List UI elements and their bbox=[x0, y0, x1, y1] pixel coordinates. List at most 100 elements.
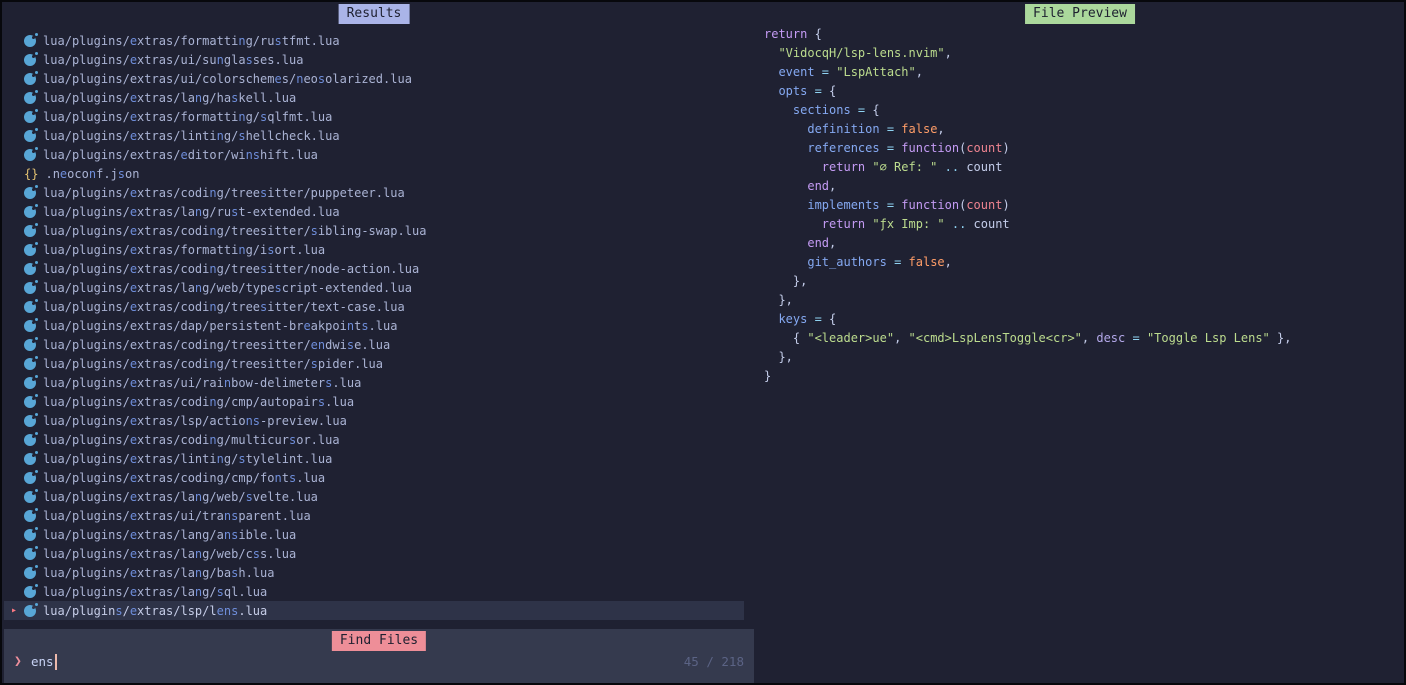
result-row[interactable]: lua/plugins/extras/lsp/actions-preview.l… bbox=[4, 411, 744, 430]
result-row[interactable]: lua/plugins/extras/lang/ansible.lua bbox=[4, 525, 744, 544]
lua-icon bbox=[24, 339, 36, 351]
prompt-row: ❯ ens 45 / 218 bbox=[4, 651, 754, 673]
file-path: lua/plugins/extras/coding/treesitter/nod… bbox=[43, 262, 419, 276]
file-path: lua/plugins/extras/lang/haskell.lua bbox=[43, 91, 296, 105]
file-path: lua/plugins/extras/lang/bash.lua bbox=[43, 566, 275, 580]
lua-icon bbox=[24, 453, 36, 465]
file-path: lua/plugins/extras/linting/shellcheck.lu… bbox=[43, 129, 340, 143]
result-row[interactable]: lua/plugins/extras/ui/colorschemes/neoso… bbox=[4, 69, 744, 88]
lua-icon bbox=[24, 130, 36, 142]
lua-icon bbox=[24, 434, 36, 446]
file-path: lua/plugins/extras/coding/treesitter/pup… bbox=[43, 186, 405, 200]
file-path: lua/plugins/extras/lang/web/typescript-e… bbox=[43, 281, 412, 295]
lua-icon bbox=[24, 149, 36, 161]
result-row[interactable]: lua/plugins/extras/lang/sql.lua bbox=[4, 582, 744, 601]
result-row[interactable]: lua/plugins/extras/linting/shellcheck.lu… bbox=[4, 126, 744, 145]
result-row[interactable]: lua/plugins/extras/lang/web/svelte.lua bbox=[4, 487, 744, 506]
lua-icon bbox=[24, 282, 36, 294]
json-icon: {} bbox=[24, 167, 38, 181]
result-row[interactable]: lua/plugins/extras/coding/treesitter/tex… bbox=[4, 297, 744, 316]
result-row[interactable]: lua/plugins/extras/formatting/sqlfmt.lua bbox=[4, 107, 744, 126]
lua-icon bbox=[24, 187, 36, 199]
lua-icon bbox=[24, 358, 36, 370]
lua-icon bbox=[24, 244, 36, 256]
result-row[interactable]: lua/plugins/extras/formatting/isort.lua bbox=[4, 240, 744, 259]
result-counter: 45 / 218 bbox=[684, 651, 744, 673]
file-path: lua/plugins/extras/coding/cmp/autopairs.… bbox=[43, 395, 354, 409]
result-row[interactable]: lua/plugins/extras/coding/cmp/autopairs.… bbox=[4, 392, 744, 411]
result-row[interactable]: ▸ lua/plugins/extras/lsp/lens.lua bbox=[4, 601, 744, 620]
result-row[interactable]: lua/plugins/extras/ui/transparent.lua bbox=[4, 506, 744, 525]
file-path: lua/plugins/extras/lang/rust-extended.lu… bbox=[43, 205, 340, 219]
file-path: lua/plugins/extras/coding/treesitter/end… bbox=[43, 338, 390, 352]
preview-panel-title: File Preview bbox=[1025, 4, 1135, 24]
result-row[interactable]: {}.neoconf.json bbox=[4, 164, 744, 183]
lua-icon bbox=[24, 301, 36, 313]
lua-icon bbox=[24, 567, 36, 579]
prompt-panel: Find Files ❯ ens 45 / 218 bbox=[4, 629, 754, 683]
result-row[interactable]: lua/plugins/extras/dap/persistent-breakp… bbox=[4, 316, 744, 335]
telescope-window: Results lua/plugins/extras/formatting/ru… bbox=[0, 0, 1406, 685]
search-input[interactable]: ens bbox=[31, 651, 54, 673]
selection-arrow-icon: ▸ bbox=[4, 605, 24, 616]
result-row[interactable]: lua/plugins/extras/ui/sunglasses.lua bbox=[4, 50, 744, 69]
file-path: lua/plugins/extras/ui/rainbow-delimeters… bbox=[43, 376, 361, 390]
result-row[interactable]: lua/plugins/extras/lang/haskell.lua bbox=[4, 88, 744, 107]
lua-icon bbox=[24, 92, 36, 104]
file-path: lua/plugins/extras/coding/cmp/fonts.lua bbox=[43, 471, 325, 485]
result-row[interactable]: lua/plugins/extras/lang/bash.lua bbox=[4, 563, 744, 582]
result-row[interactable]: lua/plugins/extras/formatting/rustfmt.lu… bbox=[4, 31, 744, 50]
result-row[interactable]: lua/plugins/extras/editor/winshift.lua bbox=[4, 145, 744, 164]
lua-icon bbox=[24, 73, 36, 85]
result-row[interactable]: lua/plugins/extras/coding/treesitter/sib… bbox=[4, 221, 744, 240]
results-panel: Results lua/plugins/extras/formatting/ru… bbox=[4, 2, 744, 627]
file-path: lua/plugins/extras/lang/sql.lua bbox=[43, 585, 267, 599]
result-row[interactable]: lua/plugins/extras/coding/treesitter/spi… bbox=[4, 354, 744, 373]
result-row[interactable]: lua/plugins/extras/coding/multicursor.lu… bbox=[4, 430, 744, 449]
lua-icon bbox=[24, 225, 36, 237]
file-path: lua/plugins/extras/formatting/rustfmt.lu… bbox=[43, 34, 340, 48]
file-preview-panel: File Preview return { "VidocqH/lsp-lens.… bbox=[754, 2, 1406, 681]
file-path: lua/plugins/extras/editor/winshift.lua bbox=[43, 148, 318, 162]
lua-icon bbox=[24, 35, 36, 47]
lua-icon bbox=[24, 510, 36, 522]
lua-icon bbox=[24, 377, 36, 389]
lua-icon bbox=[24, 320, 36, 332]
result-row[interactable]: lua/plugins/extras/coding/cmp/fonts.lua bbox=[4, 468, 744, 487]
file-path: lua/plugins/extras/linting/stylelint.lua bbox=[43, 452, 332, 466]
result-row[interactable]: lua/plugins/extras/lang/web/css.lua bbox=[4, 544, 744, 563]
result-row[interactable]: lua/plugins/extras/ui/rainbow-delimeters… bbox=[4, 373, 744, 392]
lua-icon bbox=[24, 111, 36, 123]
preview-code: return { "VidocqH/lsp-lens.nvim", event … bbox=[764, 25, 1291, 386]
file-path: lua/plugins/extras/ui/sunglasses.lua bbox=[43, 53, 303, 67]
result-row[interactable]: lua/plugins/extras/lang/rust-extended.lu… bbox=[4, 202, 744, 221]
file-path: lua/plugins/extras/formatting/isort.lua bbox=[43, 243, 325, 257]
results-panel-title: Results bbox=[339, 4, 410, 24]
lua-icon bbox=[24, 472, 36, 484]
file-path: lua/plugins/extras/coding/treesitter/tex… bbox=[43, 300, 405, 314]
result-row[interactable]: lua/plugins/extras/linting/stylelint.lua bbox=[4, 449, 744, 468]
result-row[interactable]: lua/plugins/extras/coding/treesitter/end… bbox=[4, 335, 744, 354]
lua-icon bbox=[24, 54, 36, 66]
file-path: lua/plugins/extras/dap/persistent-breakp… bbox=[43, 319, 397, 333]
file-path: lua/plugins/extras/coding/treesitter/sib… bbox=[43, 224, 426, 238]
file-path: lua/plugins/extras/coding/treesitter/spi… bbox=[43, 357, 383, 371]
result-row[interactable]: lua/plugins/extras/coding/treesitter/pup… bbox=[4, 183, 744, 202]
prompt-caret-icon: ❯ bbox=[14, 651, 22, 673]
results-list[interactable]: lua/plugins/extras/formatting/rustfmt.lu… bbox=[4, 31, 744, 620]
file-path: lua/plugins/extras/lang/web/css.lua bbox=[43, 547, 296, 561]
result-row[interactable]: lua/plugins/extras/coding/treesitter/nod… bbox=[4, 259, 744, 278]
lua-icon bbox=[24, 396, 36, 408]
result-row[interactable]: lua/plugins/extras/lang/web/typescript-e… bbox=[4, 278, 744, 297]
file-path: lua/plugins/extras/lsp/lens.lua bbox=[43, 604, 267, 618]
file-path: lua/plugins/extras/coding/multicursor.lu… bbox=[43, 433, 340, 447]
lua-icon bbox=[24, 263, 36, 275]
lua-icon bbox=[24, 491, 36, 503]
text-cursor bbox=[55, 654, 58, 670]
lua-icon bbox=[24, 415, 36, 427]
lua-icon bbox=[24, 206, 36, 218]
lua-icon bbox=[24, 605, 36, 617]
file-path: lua/plugins/extras/ui/colorschemes/neoso… bbox=[43, 72, 412, 86]
prompt-panel-title: Find Files bbox=[332, 631, 426, 651]
lua-icon bbox=[24, 529, 36, 541]
